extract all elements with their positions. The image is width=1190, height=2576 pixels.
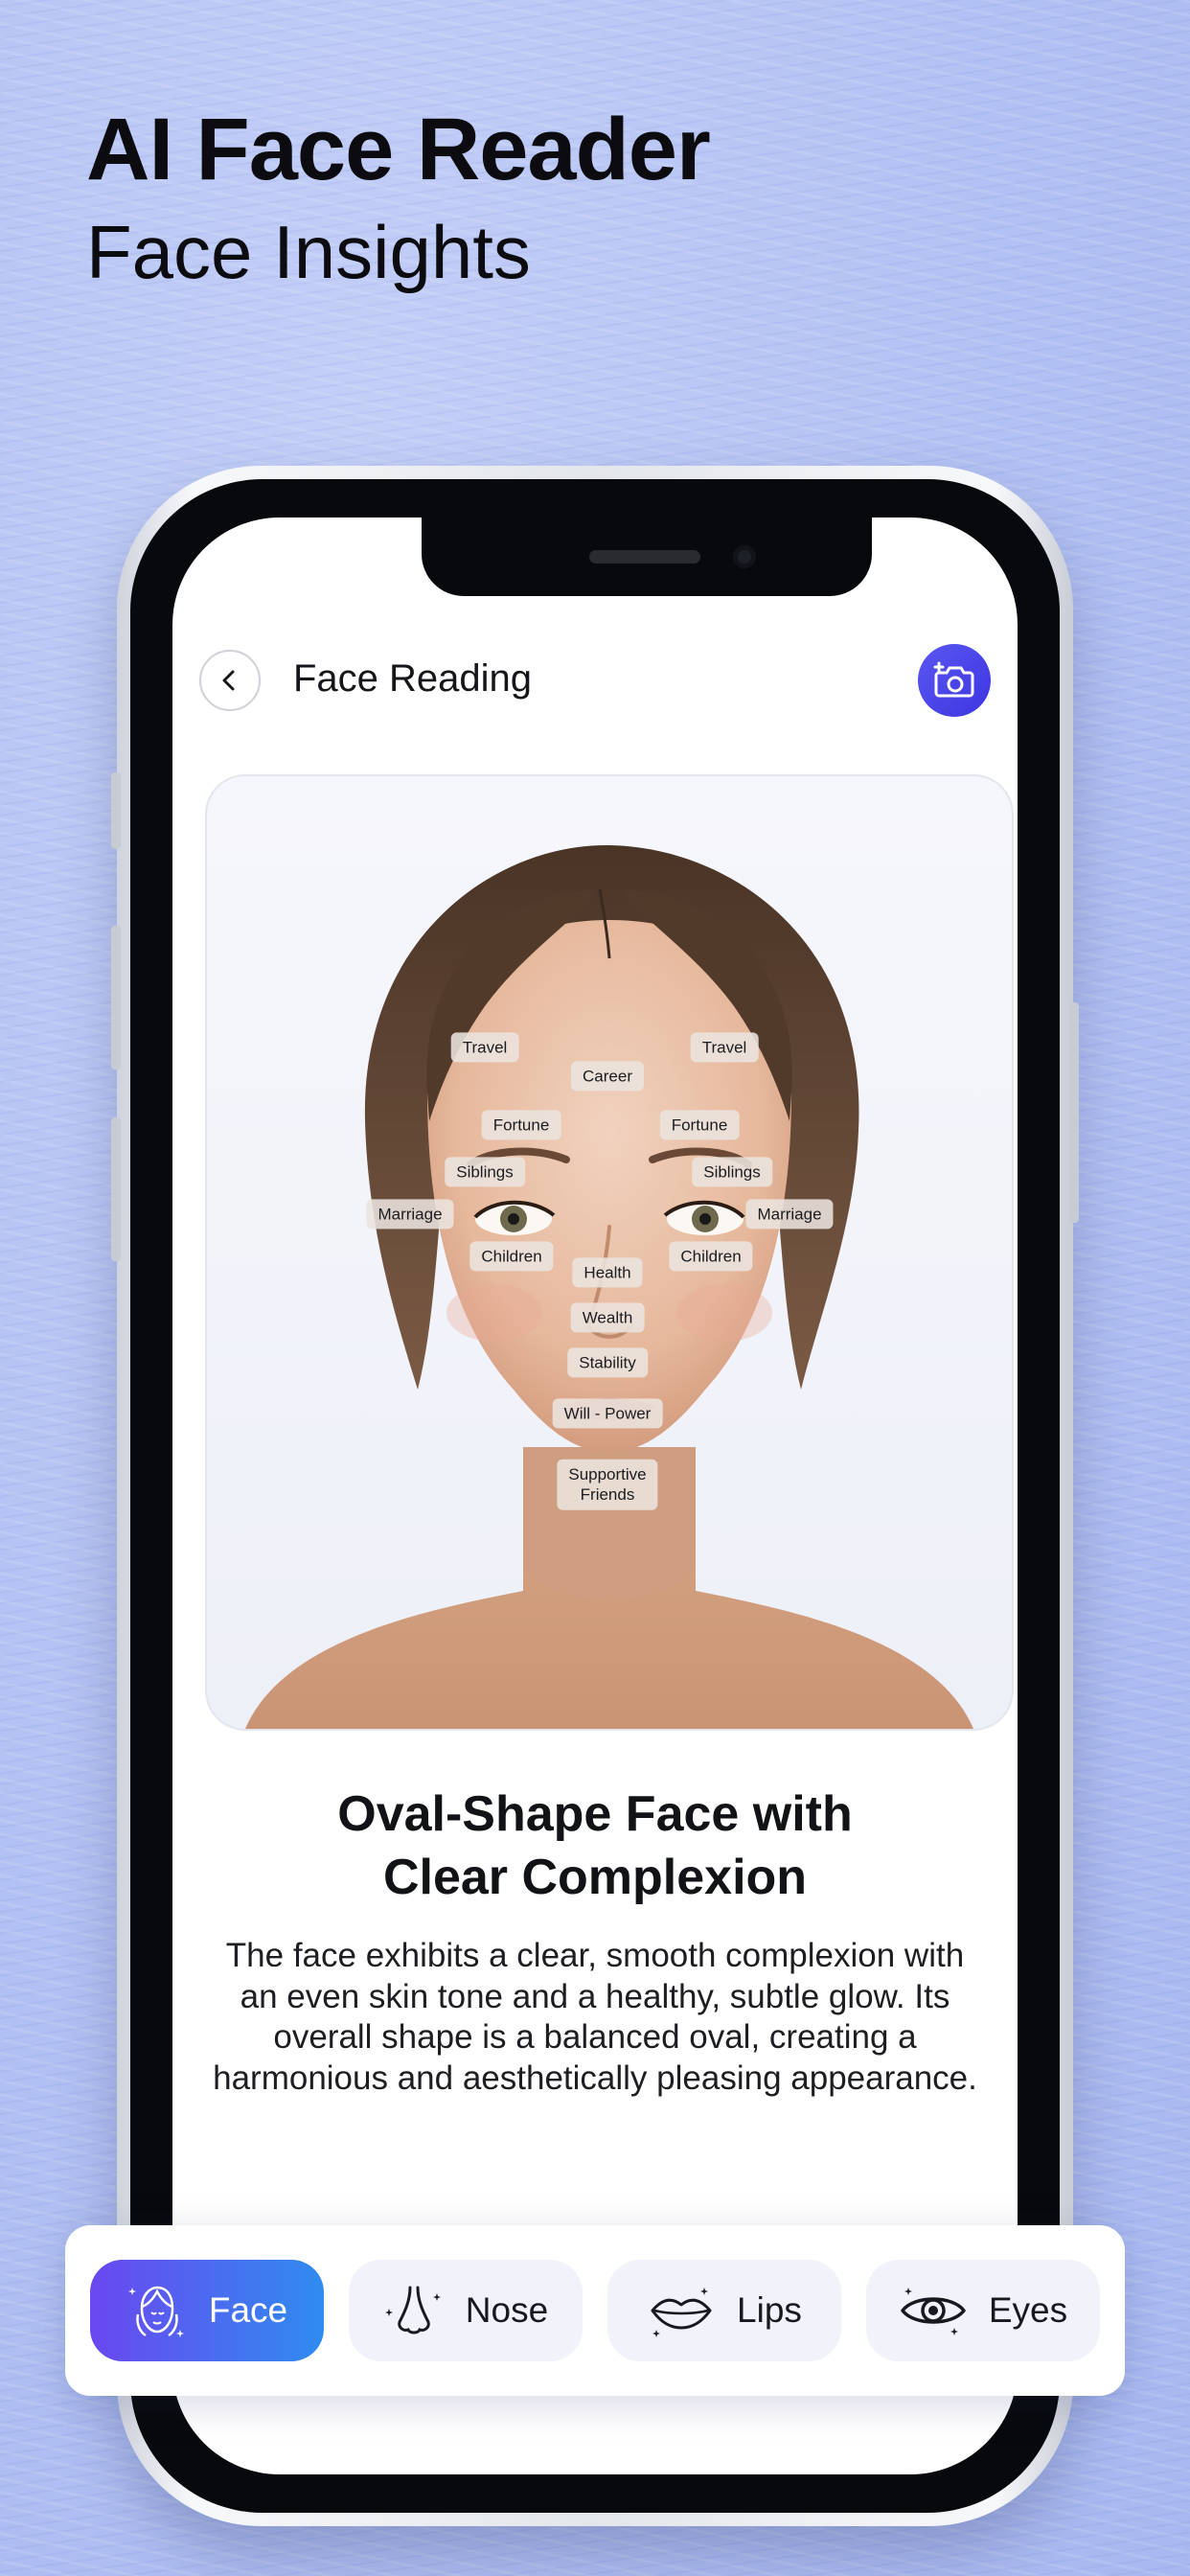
phone-bezel: Face Reading Travel Travel Career Fortun… [130,479,1060,2513]
face-label-wealth: Wealth [570,1302,645,1333]
face-label-siblings-right: Siblings [692,1157,772,1187]
eye-icon [901,2288,966,2335]
tab-nose[interactable]: Nose [349,2260,583,2361]
tab-nose-label: Nose [465,2290,549,2330]
face-label-marriage-right: Marriage [745,1199,834,1230]
nose-icon [384,2286,441,2334]
tab-lips[interactable]: Lips [607,2260,841,2361]
face-label-travel-left: Travel [450,1032,519,1063]
promo-title: AI Face Reader [86,101,711,198]
camera-add-icon [933,661,974,698]
phone-screen: Face Reading Travel Travel Career Fortun… [172,518,1018,2474]
promo-headline: AI Face Reader Face Insights [86,101,711,294]
result-description: The face exhibits a clear, smooth comple… [213,1937,977,2098]
face-icon [127,2286,184,2337]
speaker-grille [589,550,700,564]
result-title: Oval-Shape Face with Clear Complexion [337,1786,853,1906]
face-label-fortune-left: Fortune [481,1110,561,1140]
face-label-siblings-left: Siblings [445,1157,525,1187]
feature-tab-bar: Face Nose Lips Eyes [65,2225,1125,2396]
front-camera [733,545,756,568]
face-label-will-power: Will - Power [552,1398,663,1429]
back-button[interactable] [199,650,261,711]
face-label-stability: Stability [567,1347,648,1378]
phone-volume-up [111,926,121,1070]
add-photo-button[interactable] [918,644,991,717]
face-label-travel-right: Travel [690,1032,759,1063]
phone-volume-down [111,1117,121,1261]
phone-power-button [1069,1002,1079,1223]
face-label-career: Career [571,1061,644,1092]
tab-face-label: Face [208,2290,288,2330]
notch [422,518,872,596]
screen-title: Face Reading [293,657,533,700]
promo-subtitle: Face Insights [86,209,531,294]
face-portrait-illustration [245,844,973,1729]
face-label-supportive-friends: Supportive Friends [557,1459,658,1510]
face-label-children-right: Children [669,1241,753,1272]
phone-mute-switch [111,772,121,849]
tab-eyes[interactable]: Eyes [866,2260,1100,2361]
face-label-fortune-right: Fortune [659,1110,740,1140]
face-label-children-left: Children [469,1241,554,1272]
lips-icon [651,2288,712,2337]
tab-lips-label: Lips [737,2290,802,2330]
tab-eyes-label: Eyes [988,2290,1068,2330]
phone-mockup: Face Reading Travel Travel Career Fortun… [111,466,1079,2526]
face-label-marriage-left: Marriage [366,1199,454,1230]
chevron-left-icon [222,670,235,691]
face-label-health: Health [572,1257,643,1288]
face-analysis-image: Travel Travel Career Fortune Fortune Sib… [205,774,1014,1731]
tab-face[interactable]: Face [90,2260,324,2361]
